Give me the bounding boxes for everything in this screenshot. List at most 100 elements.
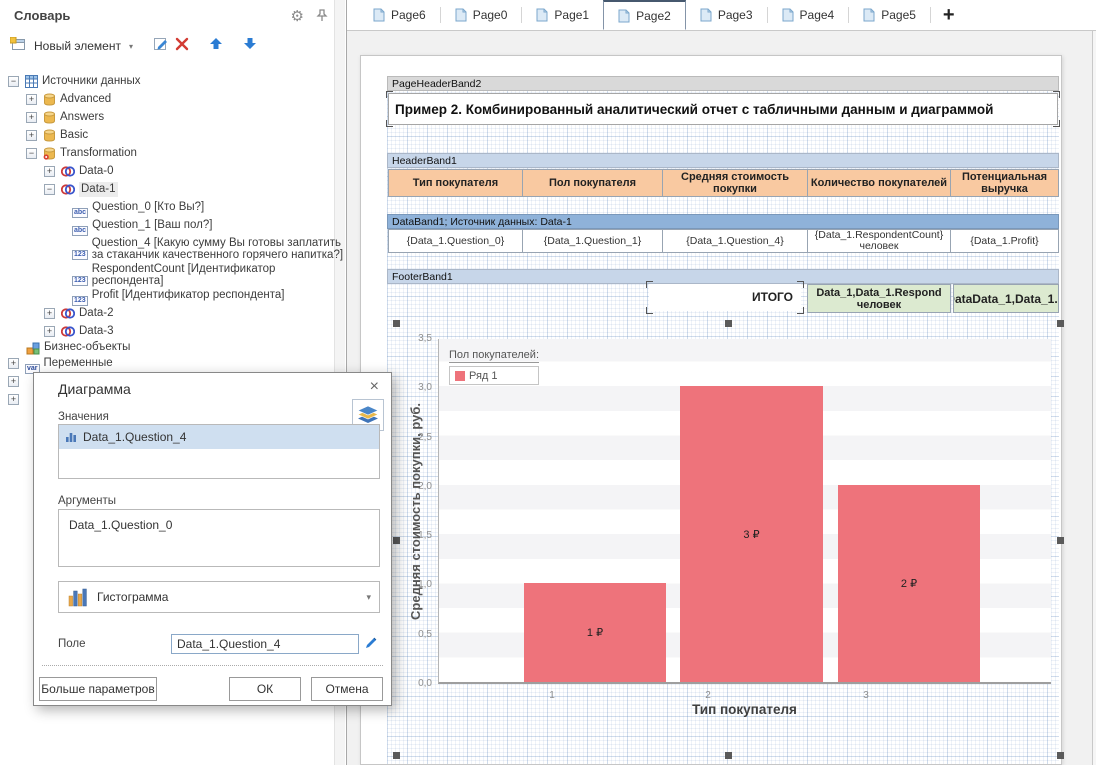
header-cell-avg-cost[interactable]: Средняя стоимость покупки [662,169,808,197]
expand-icon[interactable]: + [44,166,55,177]
tab-page1[interactable]: Page1 [522,0,603,30]
pin-icon[interactable] [316,9,328,26]
tree-item-label: Источники данных [42,74,141,89]
legend-swatch [455,371,465,381]
tree-item-hidden-2[interactable]: + [8,392,19,410]
table-icon [25,75,38,93]
data-cell-question0[interactable]: {Data_1.Question_0} [388,229,523,253]
tree-item-transformation[interactable]: − Transformation [26,146,137,164]
expand-icon[interactable]: + [8,394,19,405]
footer-sum-profit-cell[interactable]: DataData_1,Data_1.P [953,284,1059,313]
new-item-button[interactable]: Новый элемент [34,39,121,53]
transformation-icon [43,147,56,165]
selection-handle[interactable] [725,320,732,327]
expand-icon[interactable]: + [26,94,37,105]
chart-bar-1[interactable]: 1 ₽ [524,583,666,682]
band-data[interactable]: DataBand1; Источник данных: Data-1 [387,214,1059,229]
database-icon [43,129,56,147]
data-cell-question1[interactable]: {Data_1.Question_1} [522,229,663,253]
values-listbox[interactable]: Data_1.Question_4 [58,424,380,479]
expand-icon[interactable]: + [26,130,37,141]
close-icon[interactable]: × [370,378,379,396]
tree-item-question-4[interactable]: 123 Question_4 [Какую сумму Вы готовы за… [72,236,343,262]
tab-page4[interactable]: Page4 [768,0,849,30]
tree-item-question-1[interactable]: abc Question_1 [Ваш пол?] [72,218,212,236]
footer-total-cell[interactable]: ИТОГО [649,284,801,311]
add-page-button[interactable]: + [931,0,967,30]
report-title-text[interactable]: Пример 2. Комбинированный аналитический … [388,93,1058,125]
tree-item-hidden-1[interactable]: + [8,374,19,392]
tree-item-answers[interactable]: + Answers [26,110,104,128]
tree-item-label: Basic [60,128,88,143]
number-field-icon: 123 [72,269,88,287]
tree-item-data-0[interactable]: + Data-0 [44,164,114,182]
field-input[interactable] [171,634,359,654]
more-params-button[interactable]: Больше параметров [39,677,157,701]
arguments-listbox[interactable]: Data_1.Question_0 [58,509,380,567]
edit-pencil-icon[interactable] [364,635,379,655]
page-tabs: Page6 Page0 Page1 Page2 Page3 Page4 Page… [347,0,1096,31]
collapse-icon[interactable]: − [44,184,55,195]
tree-item-advanced[interactable]: + Advanced [26,92,111,110]
report-page[interactable]: PageHeaderBand2 Пример 2. Комбинированны… [360,55,1062,765]
tab-page3[interactable]: Page3 [686,0,767,30]
gear-icon[interactable]: ⚙ [291,7,304,25]
tab-page5[interactable]: Page5 [849,0,930,30]
expand-icon[interactable]: + [8,376,19,387]
band-footer[interactable]: FooterBand1 [387,269,1059,284]
tree-item-data-2[interactable]: + Data-2 [44,306,114,324]
edit-icon[interactable] [153,36,169,57]
data-cell-respondentcount[interactable]: {Data_1.RespondentCount}человек [807,229,951,253]
selection-handle[interactable] [393,537,400,544]
expand-icon[interactable]: + [44,308,55,319]
selection-handle[interactable] [1057,320,1064,327]
footer-sum-respondents-cell[interactable]: Data_1,Data_1.Respondчеловек [807,284,951,313]
tree-item-respondentcount[interactable]: 123 RespondentCount [Идентификаторреспон… [72,262,275,288]
arguments-item[interactable]: Data_1.Question_0 [59,510,379,532]
header-cell-gender[interactable]: Пол покупателя [522,169,663,197]
delete-icon[interactable] [175,37,189,56]
values-item-selected[interactable]: Data_1.Question_4 [59,425,379,449]
header-cell-count[interactable]: Количество покупателей [807,169,951,197]
chart-type-dropdown[interactable]: Гистограмма ▾ [58,581,380,613]
tree-item-question-0[interactable]: abc Question_0 [Кто Вы?] [72,200,204,218]
chart-component[interactable]: 1 ₽ 3 ₽ 2 ₽ 3,5 3,0 2,5 2,0 1,5 1,0 0,5 … [396,323,1061,758]
canvas-scrollbar[interactable] [1092,31,1096,765]
data-cell-question4[interactable]: {Data_1.Question_4} [662,229,808,253]
collapse-icon[interactable]: − [8,76,19,87]
tree-item-basic[interactable]: + Basic [26,128,88,146]
selection-handle[interactable] [393,320,400,327]
header-cell-revenue[interactable]: Потенциальная выручка [950,169,1059,197]
expand-icon[interactable]: + [8,358,19,369]
selection-handle[interactable] [1057,752,1064,759]
tree-item-profit[interactable]: 123 Profit [Идентификатор респондента] [72,288,284,306]
band-pageheader[interactable]: PageHeaderBand2 [387,76,1059,91]
selection-handle[interactable] [393,752,400,759]
tab-page0[interactable]: Page0 [441,0,522,30]
expand-icon[interactable]: + [26,112,37,123]
page-icon [618,9,630,23]
chevron-down-icon[interactable]: ▾ [129,42,133,51]
database-icon [43,93,56,111]
chart-bar-3[interactable]: 2 ₽ [838,485,980,682]
tree-item-data-1[interactable]: − Data-1 [44,182,118,200]
dialog-separator [42,665,383,666]
tab-page6[interactable]: Page6 [359,0,440,30]
selection-handle[interactable] [1057,537,1064,544]
expand-icon[interactable]: + [44,326,55,337]
header-cell-type[interactable]: Тип покупателя [388,169,523,197]
tab-page2-active[interactable]: Page2 [603,0,686,30]
band-header[interactable]: HeaderBand1 [387,153,1059,168]
selection-handle[interactable] [725,752,732,759]
design-canvas[interactable]: PageHeaderBand2 Пример 2. Комбинированны… [347,31,1096,765]
collapse-icon[interactable]: − [26,148,37,159]
chart-dialog[interactable]: Диаграмма × Значения Data_1.Question_4 А… [33,372,392,706]
move-down-icon[interactable] [243,37,257,55]
move-up-icon[interactable] [209,37,223,55]
ok-button[interactable]: ОК [229,677,301,701]
chart-bar-2[interactable]: 3 ₽ [680,386,823,682]
tree-item-data-sources[interactable]: − Источники данных [8,74,141,92]
cancel-button[interactable]: Отмена [311,677,383,701]
string-field-icon: abc [72,219,88,237]
data-cell-profit[interactable]: {Data_1.Profit} [950,229,1059,253]
